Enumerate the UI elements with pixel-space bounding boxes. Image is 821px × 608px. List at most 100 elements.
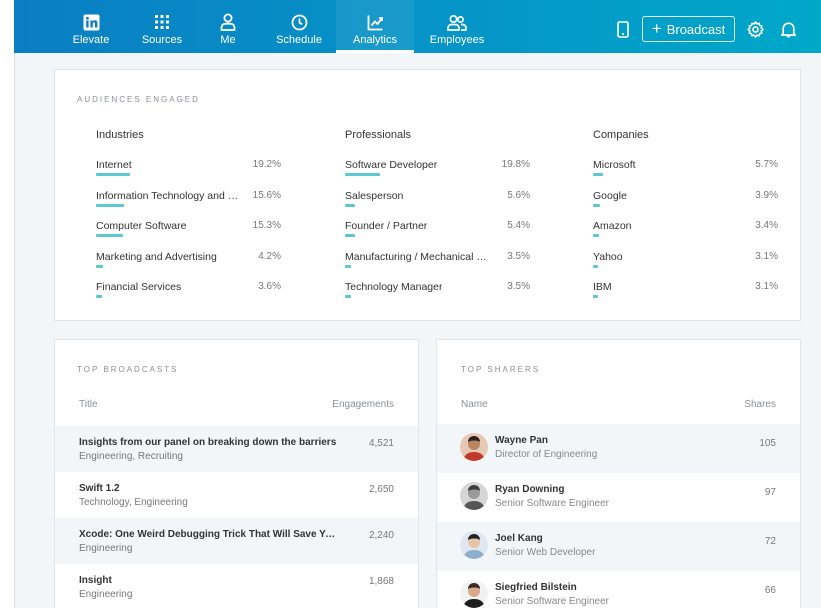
audience-name: Internet	[96, 159, 132, 171]
person-icon	[220, 12, 236, 32]
list-item[interactable]: Joel Kang Senior Web Developer 72	[437, 522, 800, 571]
audience-bar	[96, 264, 104, 268]
audience-row: Internet 19.2%	[96, 159, 281, 181]
people-icon	[447, 12, 467, 32]
engagement-count: 2,240	[368, 530, 394, 541]
broadcast-tags: Engineering, Recruiting	[79, 451, 183, 462]
audience-bar	[96, 234, 124, 237]
audience-percent: 3.1%	[755, 250, 778, 262]
audience-bar	[345, 234, 355, 237]
table-row[interactable]: Insight Engineering 1,868	[55, 564, 418, 608]
audience-name: IBM	[593, 281, 612, 293]
audience-percent: 5.7%	[755, 159, 778, 170]
table-row[interactable]: Swift 1.2 Technology, Engineering 2,650	[55, 472, 418, 518]
avatar	[460, 482, 488, 510]
audience-row: Computer Software 15.3%	[96, 220, 281, 242]
broadcast-button-label: Broadcast	[666, 21, 726, 37]
sharer-role: Senior Web Developer	[495, 547, 596, 558]
sharer-role: Senior Software Engineer	[495, 596, 609, 607]
audience-percent: 19.2%	[252, 159, 281, 170]
audience-row: Microsoft 5.7%	[593, 159, 778, 181]
nav-label: Sources	[141, 34, 183, 46]
audience-name: Microsoft	[593, 159, 636, 171]
top-sharers-card: TOP SHARERS Name Shares Wayne Pan Direct…	[436, 339, 801, 608]
broadcast-button[interactable]: + Broadcast	[642, 16, 735, 42]
nav-item-sources[interactable]: Sources	[138, 0, 186, 53]
broadcast-title: Xcode: One Weird Debugging Trick That Wi…	[79, 529, 341, 540]
audience-bar	[345, 203, 355, 207]
nav-label: Schedule	[276, 34, 322, 46]
audience-bar	[593, 203, 600, 207]
mobile-icon[interactable]	[614, 20, 632, 38]
audience-row: Financial Services 3.6%	[96, 281, 281, 303]
engagement-count: 1,868	[368, 576, 394, 587]
column-header-name: Name	[461, 399, 488, 410]
audience-name: Financial Services	[96, 281, 182, 293]
column-header-title: Title	[79, 399, 98, 410]
avatar	[460, 531, 488, 559]
grid-icon	[154, 12, 170, 32]
audience-name: Founder / Partner	[345, 220, 428, 232]
audience-percent: 3.6%	[258, 281, 281, 292]
table-row[interactable]: Insights from our panel on breaking down…	[55, 426, 418, 472]
audience-percent: 3.5%	[507, 281, 530, 292]
column-header-industries: Industries	[96, 129, 144, 141]
broadcast-title: Insight	[79, 575, 112, 586]
broadcast-tags: Technology, Engineering	[79, 497, 188, 508]
nav-label: Me	[220, 34, 236, 46]
audience-bar	[345, 264, 352, 268]
audience-name: Computer Software	[96, 220, 187, 232]
broadcast-tags: Engineering	[79, 543, 133, 554]
audience-percent: 5.4%	[507, 220, 530, 231]
avatar	[460, 433, 488, 461]
audience-row: Founder / Partner 5.4%	[345, 220, 530, 242]
sharer-role: Director of Engineering	[495, 449, 598, 460]
clock-icon	[291, 12, 308, 32]
list-item[interactable]: Ryan Downing Senior Software Engineer 97	[437, 473, 800, 522]
top-navigation-bar: Elevate Sources Me Schedule Analytics Em…	[14, 0, 821, 53]
share-count: 105	[759, 438, 776, 449]
list-item[interactable]: Siegfried Bilstein Senior Software Engin…	[437, 571, 800, 608]
audience-row: Software Developer 19.8%	[345, 159, 530, 181]
audience-bar	[593, 234, 599, 237]
nav-item-schedule[interactable]: Schedule	[271, 0, 327, 53]
broadcast-title: Insights from our panel on breaking down…	[79, 437, 337, 448]
audience-name: Salesperson	[345, 189, 404, 202]
share-count: 72	[764, 536, 776, 547]
audience-bar	[593, 173, 604, 176]
audience-percent: 5.6%	[507, 189, 530, 201]
audience-percent: 3.4%	[755, 220, 778, 231]
audience-percent: 3.9%	[755, 189, 778, 201]
share-count: 66	[764, 585, 776, 596]
sharer-name: Joel Kang	[495, 533, 543, 544]
nav-label: Analytics	[352, 34, 398, 46]
audience-bar	[96, 173, 130, 176]
audience-name: Yahoo	[593, 250, 623, 263]
audience-bar	[345, 295, 352, 298]
audience-name: Information Technology and Services	[96, 189, 244, 202]
sharer-role: Senior Software Engineer	[495, 498, 609, 509]
audience-row: IBM 3.1%	[593, 281, 778, 303]
gear-icon[interactable]	[746, 20, 764, 38]
audience-percent: 3.1%	[755, 281, 778, 292]
audience-bar	[593, 295, 599, 298]
audience-bar	[593, 264, 599, 268]
bell-icon[interactable]	[779, 20, 797, 38]
sharer-name: Wayne Pan	[495, 435, 548, 446]
nav-item-analytics[interactable]: Analytics	[336, 0, 414, 53]
audience-row: Manufacturing / Mechanical Engineer 3.5%	[345, 251, 530, 273]
nav-item-elevate[interactable]: Elevate	[69, 0, 113, 53]
audience-row: Technology Manager 3.5%	[345, 281, 530, 303]
audience-name: Software Developer	[345, 159, 438, 171]
nav-item-employees[interactable]: Employees	[430, 0, 484, 53]
audience-row: Salesperson 5.6%	[345, 190, 530, 212]
avatar	[460, 580, 488, 608]
column-header-shares: Shares	[744, 399, 776, 410]
column-header-companies: Companies	[593, 129, 649, 141]
table-row[interactable]: Xcode: One Weird Debugging Trick That Wi…	[55, 518, 418, 564]
list-item[interactable]: Wayne Pan Director of Engineering 105	[437, 424, 800, 473]
nav-item-me[interactable]: Me	[212, 0, 244, 53]
broadcast-title: Swift 1.2	[79, 483, 120, 494]
audience-name: Google	[593, 189, 627, 202]
broadcast-tags: Engineering	[79, 589, 133, 600]
